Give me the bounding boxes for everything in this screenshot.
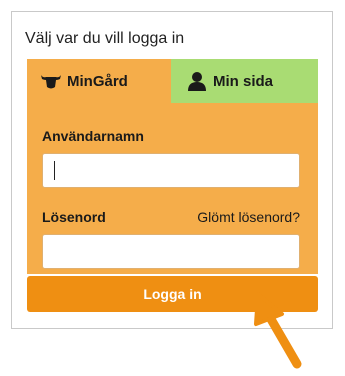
login-button[interactable]: Logga in xyxy=(27,276,318,312)
forgot-password-link[interactable]: Glömt lösenord? xyxy=(197,209,300,225)
person-icon xyxy=(187,71,207,91)
login-panel: Välj var du vill logga in MinGård Min si… xyxy=(11,11,333,329)
username-input[interactable] xyxy=(42,153,300,188)
tab-mingard[interactable]: MinGård xyxy=(27,59,171,103)
login-form: Användarnamn Lösenord Glömt lösenord? xyxy=(27,103,318,274)
panel-title: Välj var du vill logga in xyxy=(25,30,185,47)
login-tabs: MinGård Min sida xyxy=(27,59,318,103)
tab-min-sida-label: Min sida xyxy=(213,72,274,90)
password-label: Lösenord xyxy=(42,209,106,225)
text-cursor xyxy=(54,161,55,180)
password-input[interactable] xyxy=(42,234,300,269)
tab-min-sida[interactable]: Min sida xyxy=(171,59,318,103)
tab-mingard-label: MinGård xyxy=(67,72,128,90)
username-label: Användarnamn xyxy=(42,128,144,144)
cow-head-icon xyxy=(41,72,61,90)
